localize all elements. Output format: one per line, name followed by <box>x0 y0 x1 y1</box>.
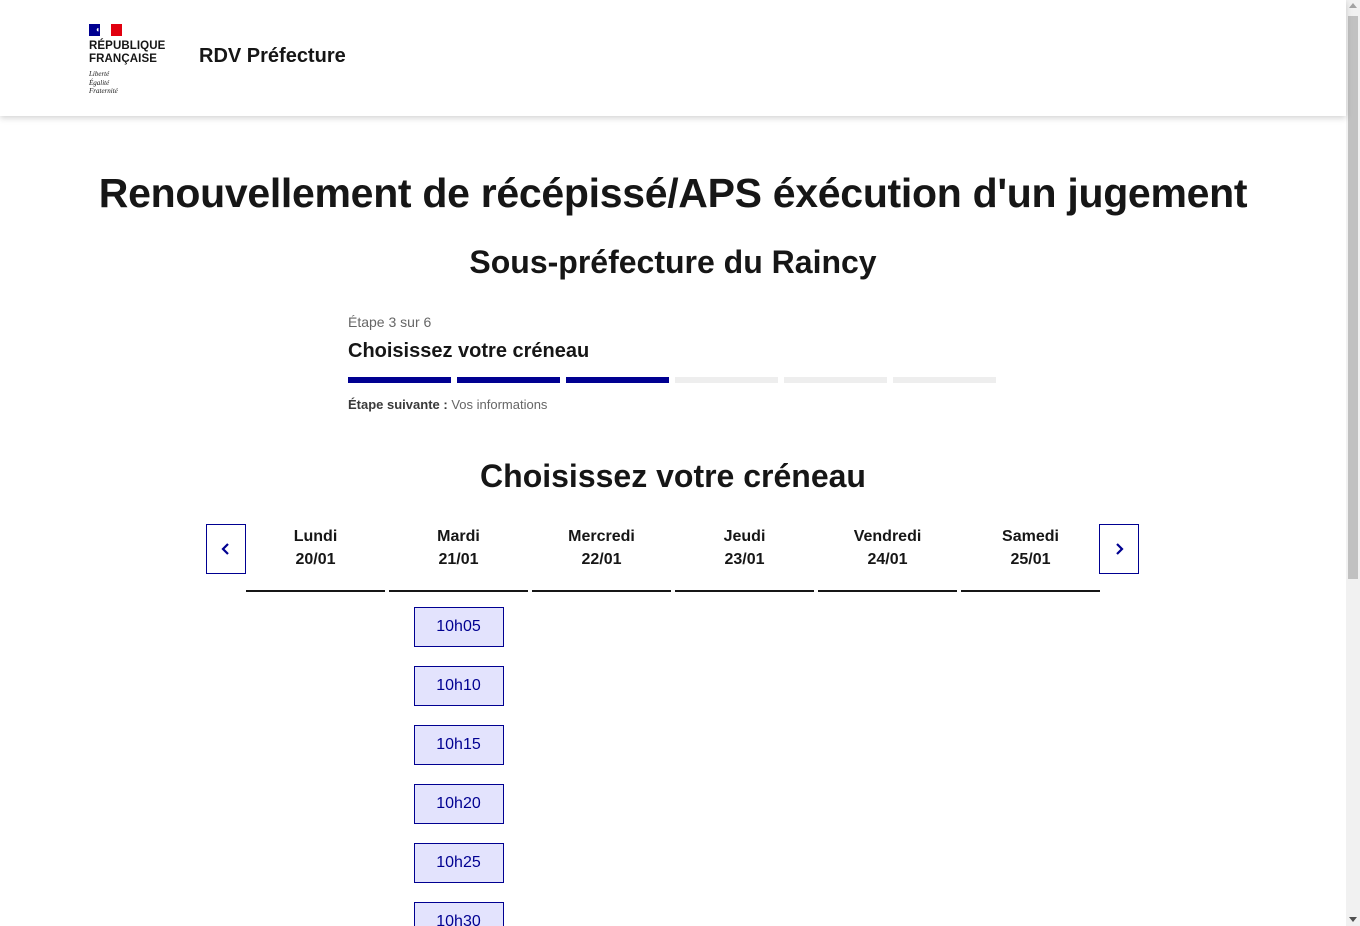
day-date: 25/01 <box>1010 551 1051 568</box>
stepper-progress <box>348 377 998 383</box>
day-name: Lundi <box>293 528 338 545</box>
slot-picker-title: Choisissez votre créneau <box>480 458 866 494</box>
day-column: Mercredi 22/01 <box>532 524 671 926</box>
logo-devise: Liberté Égalité Fraternité <box>89 70 179 96</box>
day-name: Samedi <box>1002 528 1059 545</box>
page-subtitle: Sous-préfecture du Raincy <box>469 244 877 280</box>
stepper-segment <box>348 377 451 383</box>
day-date: 20/01 <box>295 551 336 568</box>
devise-fraternite: Fraternité <box>89 87 118 95</box>
day-name: Mardi <box>437 528 480 545</box>
day-name: Mercredi <box>568 528 635 545</box>
chevron-left-icon <box>221 543 229 555</box>
day-date: 22/01 <box>581 551 622 568</box>
day-column: Vendredi 24/01 <box>818 524 957 926</box>
days-grid: Lundi 20/01 Mardi 21/01 10h05 10h10 10h15 10h20… <box>246 524 1100 926</box>
day-column: Lundi 20/01 <box>246 524 385 926</box>
slot-list <box>246 592 385 607</box>
day-header: Samedi 25/01 <box>961 524 1100 592</box>
day-header: Jeudi 23/01 <box>675 524 814 592</box>
day-date: 21/01 <box>438 551 479 568</box>
time-slot-button[interactable]: 10h30 <box>413 902 504 926</box>
stepper-next-step: Étape suivante : Vos informations <box>348 397 998 412</box>
day-name: Vendredi <box>853 528 922 545</box>
slot-list <box>532 592 671 607</box>
scroll-down-arrow-icon[interactable] <box>1349 917 1357 922</box>
day-header: Vendredi 24/01 <box>818 524 957 592</box>
service-title[interactable]: RDV Préfecture <box>199 45 346 68</box>
day-name: Jeudi <box>723 528 766 545</box>
devise-egalite: Égalité <box>89 78 110 87</box>
stepper-segment <box>566 377 669 383</box>
site-header: ◐ RÉPUBLIQUE FRANÇAISE Liberté Égalité F… <box>0 0 1346 116</box>
day-column: Mardi 21/01 10h05 10h10 10h15 10h20 10h25 10h30 <box>389 524 528 926</box>
scroll-thumb[interactable] <box>1348 16 1358 579</box>
time-slot-button[interactable]: 10h10 <box>413 666 504 706</box>
stepper-segment <box>675 377 778 383</box>
time-slot-button[interactable]: 10h20 <box>413 784 504 824</box>
stepper: Étape 3 sur 6 Choisissez votre créneau É… <box>348 314 998 412</box>
scroll-up-arrow-icon[interactable] <box>1349 3 1357 8</box>
time-slot-button[interactable]: 10h05 <box>413 607 504 647</box>
slot-list <box>675 592 814 607</box>
slot-list: 10h05 10h10 10h15 10h20 10h25 10h30 <box>389 592 528 926</box>
next-week-button[interactable] <box>1099 524 1139 574</box>
logo-text-republique: RÉPUBLIQUE <box>89 40 166 52</box>
slot-list <box>818 592 957 607</box>
day-header: Mercredi 22/01 <box>532 524 671 592</box>
page-title: Renouvellement de récépissé/APS éxécutio… <box>98 170 1248 216</box>
stepper-segment <box>784 377 887 383</box>
marianne-icon: ◐ <box>96 25 101 34</box>
day-date: 24/01 <box>867 551 908 568</box>
day-column: Samedi 25/01 <box>961 524 1100 926</box>
day-column: Jeudi 23/01 <box>675 524 814 926</box>
stepper-next-label: Étape suivante : <box>348 397 448 412</box>
devise-liberte: Liberté <box>89 70 110 78</box>
time-slot-button[interactable]: 10h15 <box>413 725 504 765</box>
republique-francaise-logo[interactable]: ◐ RÉPUBLIQUE FRANÇAISE Liberté Égalité F… <box>89 24 179 96</box>
french-flag-icon: ◐ <box>89 24 122 36</box>
stepper-state: Étape 3 sur 6 <box>348 314 432 330</box>
time-slot-button[interactable]: 10h25 <box>413 843 504 883</box>
day-header: Mardi 21/01 <box>389 524 528 592</box>
vertical-scrollbar[interactable] <box>1346 0 1360 926</box>
stepper-segment <box>457 377 560 383</box>
stepper-title: Choisissez votre créneau <box>348 340 590 362</box>
day-date: 23/01 <box>724 551 765 568</box>
day-header: Lundi 20/01 <box>246 524 385 592</box>
previous-week-button[interactable] <box>206 524 246 574</box>
slot-list <box>961 592 1100 607</box>
stepper-segment <box>893 377 996 383</box>
logo-text-francaise: FRANÇAISE <box>89 53 157 65</box>
chevron-right-icon <box>1116 543 1124 555</box>
stepper-next-value: Vos informations <box>451 397 548 412</box>
